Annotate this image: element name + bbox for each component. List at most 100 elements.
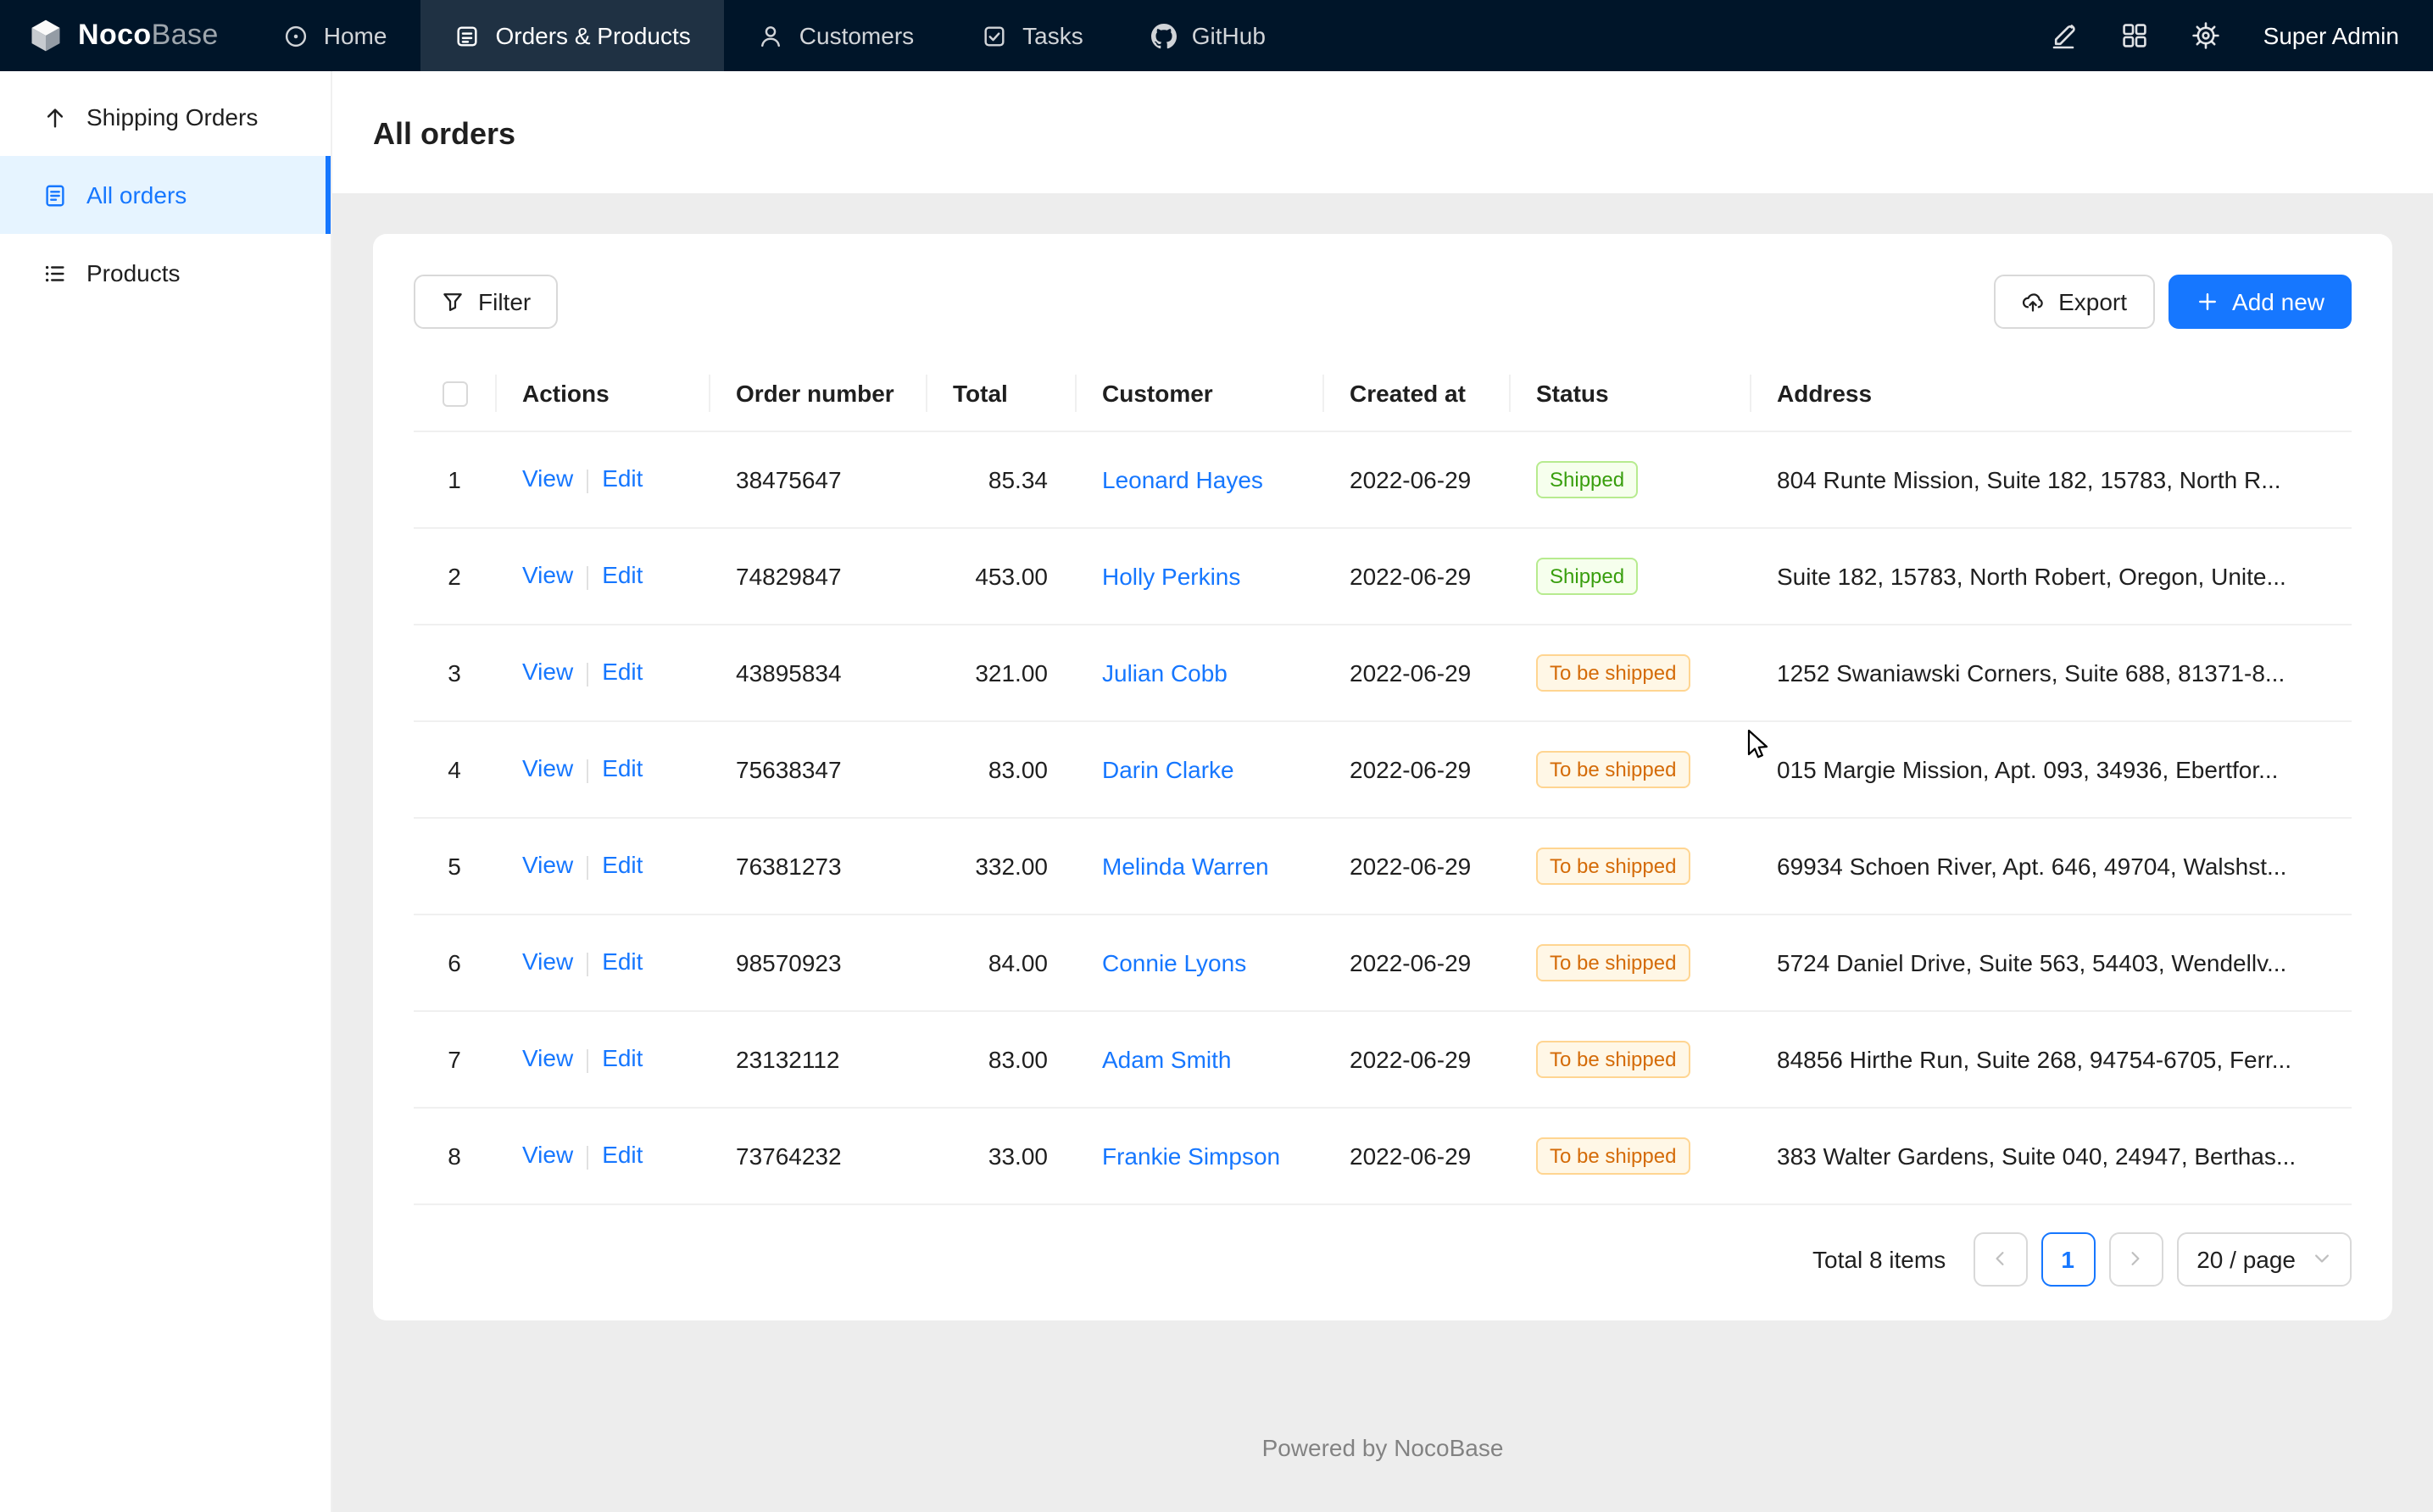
action-divider — [587, 662, 588, 686]
table-row: 2 ViewEdit 74829847 453.00 Holly Perkins… — [414, 527, 2352, 624]
address-cell: Suite 182, 15783, North Robert, Oregon, … — [1750, 527, 2352, 624]
created-at-cell: 2022-06-29 — [1322, 720, 1509, 817]
action-divider — [587, 565, 588, 589]
column-header-order-number: Order number — [709, 356, 926, 431]
tasks-icon — [982, 23, 1007, 48]
address-cell: 84856 Hirthe Run, Suite 268, 94754-6705,… — [1750, 1010, 2352, 1107]
action-divider — [587, 952, 588, 976]
main-area: All orders Filter — [332, 71, 2433, 1512]
filter-icon — [441, 290, 465, 314]
total-cell: 84.00 — [926, 914, 1075, 1010]
view-link[interactable]: View — [522, 1045, 573, 1072]
orders-table: Actions Order number Total Customer Crea… — [414, 356, 2352, 1204]
brand-logo[interactable]: NocoBase — [0, 0, 249, 71]
status-tag: Shipped — [1536, 557, 1638, 594]
sidebar: Shipping Orders All orders Products — [0, 71, 332, 1512]
next-page-button[interactable] — [2108, 1231, 2163, 1286]
sidebar-item-products[interactable]: Products — [0, 234, 331, 312]
view-link[interactable]: View — [522, 562, 573, 589]
edit-link[interactable]: Edit — [602, 1142, 643, 1169]
select-all-checkbox[interactable] — [442, 381, 467, 407]
settings-button[interactable] — [2192, 22, 2219, 49]
edit-link[interactable]: Edit — [602, 465, 643, 492]
home-icon — [283, 23, 309, 48]
status-tag: To be shipped — [1536, 750, 1690, 787]
tab-tasks[interactable]: Tasks — [948, 0, 1117, 71]
total-cell: 83.00 — [926, 720, 1075, 817]
view-link[interactable]: View — [522, 465, 573, 492]
edit-link[interactable]: Edit — [602, 948, 643, 976]
customer-link[interactable]: Adam Smith — [1102, 1045, 1232, 1072]
view-link[interactable]: View — [522, 852, 573, 879]
customer-link[interactable]: Julian Cobb — [1102, 659, 1228, 686]
add-new-label: Add new — [2232, 288, 2324, 315]
prev-page-button[interactable] — [1973, 1231, 2027, 1286]
customer-link[interactable]: Frankie Simpson — [1102, 1142, 1280, 1169]
filter-label: Filter — [478, 288, 531, 315]
orders-file-icon — [42, 182, 68, 208]
edit-link[interactable]: Edit — [602, 852, 643, 879]
row-index: 2 — [448, 562, 461, 589]
list-icon — [42, 260, 68, 286]
add-new-button[interactable]: Add new — [2168, 275, 2352, 329]
address-cell: 015 Margie Mission, Apt. 093, 34936, Ebe… — [1750, 720, 2352, 817]
view-link[interactable]: View — [522, 948, 573, 976]
tab-customers[interactable]: Customers — [725, 0, 948, 71]
export-button[interactable]: Export — [1994, 275, 2154, 329]
edit-link[interactable]: Edit — [602, 755, 643, 782]
nav-label: Tasks — [1022, 22, 1083, 49]
customer-link[interactable]: Melinda Warren — [1102, 852, 1269, 879]
chevron-down-icon — [2313, 1249, 2331, 1268]
order-number-cell: 43895834 — [709, 624, 926, 720]
user-menu[interactable]: Super Admin — [2263, 22, 2399, 49]
order-number-cell: 98570923 — [709, 914, 926, 1010]
customer-link[interactable]: Leonard Hayes — [1102, 465, 1263, 492]
footer-text: Powered by NocoBase — [373, 1404, 2392, 1471]
page-header: All orders — [332, 71, 2433, 193]
nav-label: Customers — [799, 22, 914, 49]
total-cell: 453.00 — [926, 527, 1075, 624]
tab-orders-products[interactable]: Orders & Products — [420, 0, 724, 71]
table-row: 6 ViewEdit 98570923 84.00 Connie Lyons 2… — [414, 914, 2352, 1010]
created-at-cell: 2022-06-29 — [1322, 624, 1509, 720]
order-number-cell: 73764232 — [709, 1107, 926, 1203]
action-divider — [587, 855, 588, 879]
tab-home[interactable]: Home — [249, 0, 421, 71]
order-number-cell: 76381273 — [709, 817, 926, 914]
column-header-address: Address — [1750, 356, 2352, 431]
edit-link[interactable]: Edit — [602, 562, 643, 589]
row-index: 5 — [448, 852, 461, 879]
created-at-cell: 2022-06-29 — [1322, 1010, 1509, 1107]
row-index: 8 — [448, 1142, 461, 1169]
nav-label: Orders & Products — [495, 22, 690, 49]
tab-github[interactable]: GitHub — [1117, 0, 1300, 71]
sidebar-item-shipping-orders[interactable]: Shipping Orders — [0, 78, 331, 156]
view-link[interactable]: View — [522, 659, 573, 686]
page-size-select[interactable]: 20 / page — [2176, 1231, 2352, 1286]
edit-link[interactable]: Edit — [602, 659, 643, 686]
ui-editor-button[interactable] — [2050, 22, 2077, 49]
row-index: 1 — [448, 465, 461, 492]
page-size-value: 20 / page — [2196, 1245, 2296, 1272]
address-cell: 69934 Schoen River, Apt. 646, 49704, Wal… — [1750, 817, 2352, 914]
address-cell: 804 Runte Mission, Suite 182, 15783, Nor… — [1750, 431, 2352, 527]
filter-button[interactable]: Filter — [414, 275, 558, 329]
customer-link[interactable]: Darin Clarke — [1102, 755, 1234, 782]
created-at-cell: 2022-06-29 — [1322, 1107, 1509, 1203]
customer-link[interactable]: Holly Perkins — [1102, 562, 1240, 589]
main-nav: Home Orders & Products Customers — [249, 0, 2050, 71]
customer-link[interactable]: Connie Lyons — [1102, 948, 1246, 976]
created-at-cell: 2022-06-29 — [1322, 431, 1509, 527]
plus-icon — [2195, 290, 2219, 314]
page-number-button[interactable]: 1 — [2040, 1231, 2095, 1286]
plugin-manager-button[interactable] — [2121, 22, 2148, 49]
total-cell: 332.00 — [926, 817, 1075, 914]
sidebar-item-all-orders[interactable]: All orders — [0, 156, 331, 234]
edit-link[interactable]: Edit — [602, 1045, 643, 1072]
body: Shipping Orders All orders Products — [0, 71, 2433, 1512]
order-number-cell: 23132112 — [709, 1010, 926, 1107]
view-link[interactable]: View — [522, 755, 573, 782]
nav-label: Home — [324, 22, 387, 49]
action-divider — [587, 759, 588, 782]
view-link[interactable]: View — [522, 1142, 573, 1169]
